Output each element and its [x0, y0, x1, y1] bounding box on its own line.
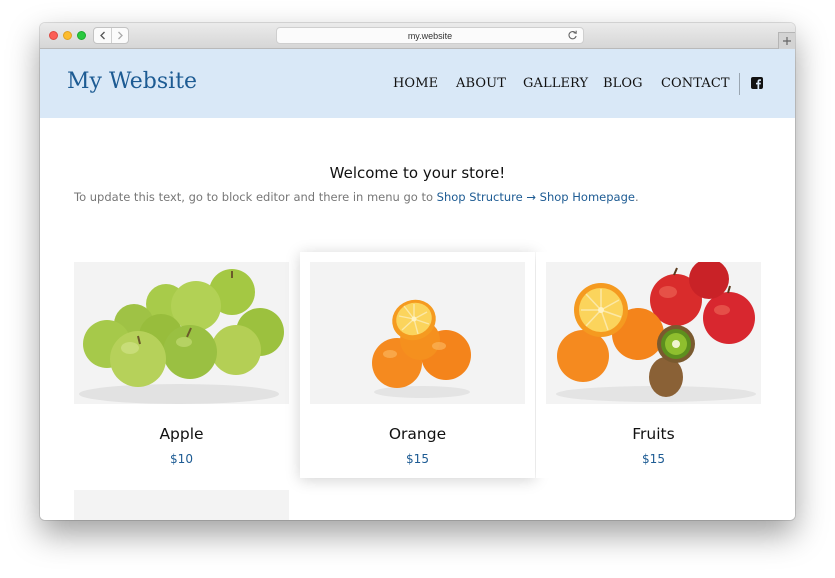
nav-blog[interactable]: BLOG — [603, 77, 643, 91]
plus-icon — [783, 37, 791, 45]
mixed-fruits-image — [556, 262, 756, 402]
shop-structure-link[interactable]: Shop Structure → Shop Homepage — [437, 190, 635, 204]
store-content: Welcome to your store! To update this te… — [40, 118, 795, 520]
browser-toolbar: my.website — [40, 23, 795, 49]
product-card-orange[interactable]: Orange $15 — [300, 252, 535, 478]
product-name[interactable]: Apple — [64, 424, 299, 444]
store-heading: Welcome to your store! — [329, 164, 506, 182]
site-logo[interactable]: My Website — [67, 68, 197, 96]
oranges-image — [372, 299, 471, 398]
hint-text: To update this text, go to block editor … — [74, 190, 437, 204]
store-hint: To update this text, go to block editor … — [74, 189, 639, 205]
address-bar[interactable]: my.website — [276, 27, 584, 44]
product-name[interactable]: Fruits — [536, 424, 771, 444]
nav-about[interactable]: ABOUT — [456, 77, 506, 91]
product-name[interactable]: Orange — [300, 424, 535, 444]
browser-window: my.website My Website HOME ABOUT GALLERY… — [40, 23, 795, 520]
product-image-partial[interactable] — [74, 490, 289, 520]
new-tab-button[interactable] — [778, 32, 795, 49]
product-card-fruits[interactable]: Fruits $15 — [536, 252, 771, 478]
product-image-fruits[interactable] — [546, 262, 761, 404]
product-image-apple[interactable] — [74, 262, 289, 404]
site-header: My Website HOME ABOUT GALLERY BLOG CONTA… — [40, 49, 795, 118]
nav-divider — [739, 73, 740, 95]
kiwi-image — [74, 490, 289, 520]
facebook-icon[interactable] — [751, 77, 763, 89]
product-image-orange[interactable] — [310, 262, 525, 404]
zoom-window-button[interactable] — [77, 31, 86, 40]
url-text: my.website — [407, 31, 453, 41]
nav-contact[interactable]: CONTACT — [661, 77, 730, 91]
product-price: $10 — [170, 452, 193, 466]
forward-icon[interactable] — [116, 31, 124, 40]
hint-suffix: . — [634, 190, 639, 204]
product-price: $15 — [406, 452, 429, 466]
history-buttons — [93, 27, 129, 44]
close-window-button[interactable] — [49, 31, 58, 40]
reload-icon[interactable] — [567, 30, 578, 41]
nav-home[interactable]: HOME — [393, 77, 438, 91]
back-icon[interactable] — [99, 31, 107, 40]
nav-gallery[interactable]: GALLERY — [523, 77, 588, 91]
product-price: $15 — [642, 452, 665, 466]
product-card-apple[interactable]: Apple $10 — [64, 252, 299, 478]
green-apples-image — [79, 269, 284, 404]
minimize-window-button[interactable] — [63, 31, 72, 40]
